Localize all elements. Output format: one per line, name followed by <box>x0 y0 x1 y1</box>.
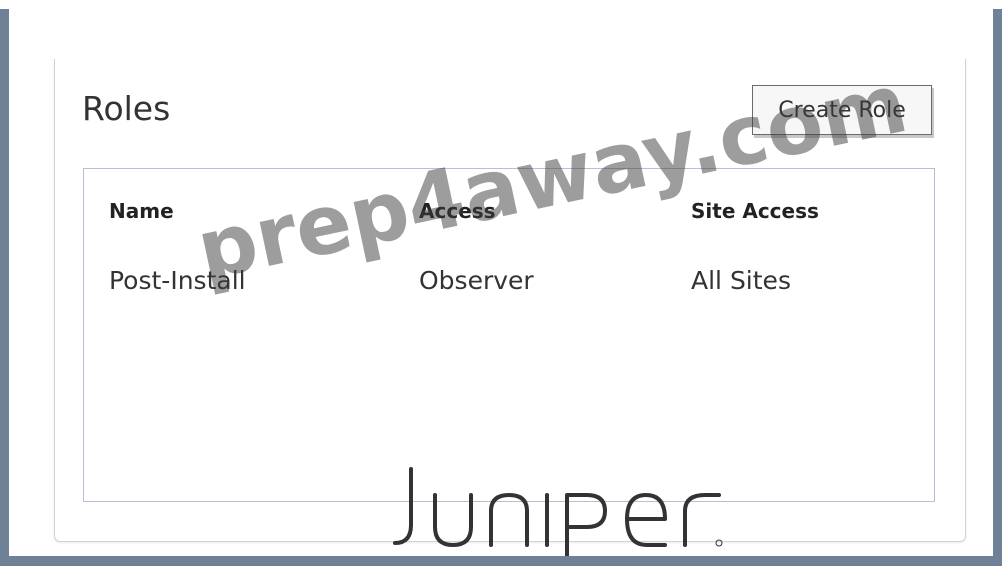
column-header-access: Access <box>419 199 496 223</box>
page-title: Roles <box>82 89 171 128</box>
screenshot-frame: Roles Create Role Name Access Site Acces… <box>9 9 993 556</box>
cell-name: Post-Install <box>109 266 246 295</box>
cell-site-access: All Sites <box>691 266 791 295</box>
top-strip <box>0 0 1002 9</box>
cell-access: Observer <box>419 266 534 295</box>
column-header-site-access: Site Access <box>691 199 819 223</box>
create-role-button[interactable]: Create Role <box>752 85 932 135</box>
juniper-logo <box>393 467 723 556</box>
column-header-name: Name <box>109 199 174 223</box>
